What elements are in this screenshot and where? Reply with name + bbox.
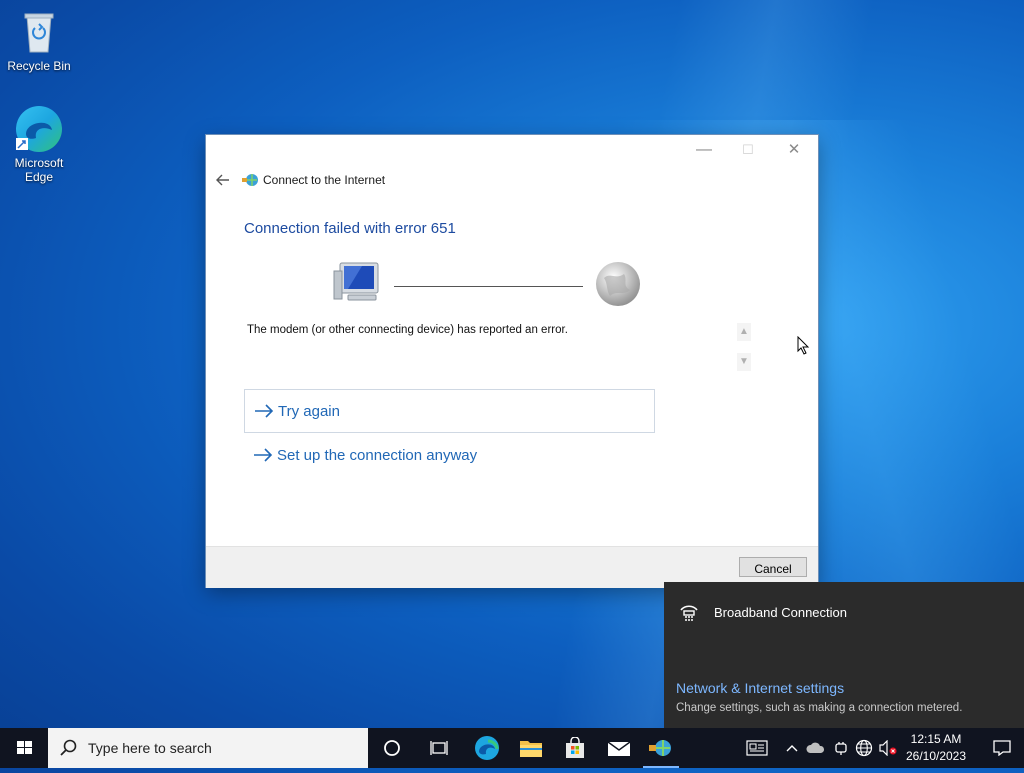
recycle-bin-icon <box>4 8 74 57</box>
error-message: The modem (or other connecting device) h… <box>247 324 568 336</box>
network-globe-icon <box>649 740 671 756</box>
task-view-icon <box>430 741 448 755</box>
onedrive-cloud-icon <box>806 742 825 753</box>
onedrive-button[interactable] <box>805 728 827 768</box>
windows-logo-icon <box>17 741 32 754</box>
arrow-right-icon <box>254 448 273 462</box>
network-tray-button[interactable] <box>853 728 875 768</box>
volume-muted-icon <box>879 740 897 756</box>
scroll-up-button[interactable]: ▲ <box>737 323 751 341</box>
arrow-right-icon <box>255 404 274 418</box>
task-view-button[interactable] <box>418 728 462 768</box>
file-explorer-button[interactable] <box>509 728 553 768</box>
error-heading: Connection failed with error 651 <box>244 220 456 237</box>
title-bar[interactable]: — ☐ ✕ <box>206 135 818 165</box>
news-icon <box>746 740 768 756</box>
cancel-button[interactable]: Cancel <box>739 557 807 577</box>
back-arrow-icon <box>216 174 229 186</box>
search-placeholder: Type here to search <box>88 740 212 756</box>
store-button[interactable] <box>553 728 597 768</box>
setup-anyway-option[interactable]: Set up the connection anyway <box>244 434 477 476</box>
connection-line <box>394 286 583 287</box>
connect-dialog: — ☐ ✕ Connect to the Internet Connection… <box>206 135 818 588</box>
desktop-icon-recycle-bin[interactable]: Recycle Bin <box>4 8 74 73</box>
scroll-down-button[interactable]: ▼ <box>737 353 751 371</box>
search-icon <box>60 739 77 756</box>
dialup-connection-icon <box>678 602 698 622</box>
option-label: Try again <box>278 402 340 420</box>
show-hidden-icons-button[interactable] <box>782 728 802 768</box>
desktop-icon-edge[interactable]: Microsoft Edge <box>4 104 74 184</box>
globe-icon <box>855 739 873 757</box>
internet-globe-icon <box>594 260 642 313</box>
taskbar-clock[interactable]: 12:15 AM 26/10/2023 <box>900 731 972 765</box>
chevron-up-icon <box>786 745 798 752</box>
desktop-icon-label: Microsoft Edge <box>14 156 64 184</box>
news-widget-button[interactable] <box>742 728 772 768</box>
clock-time: 12:15 AM <box>910 732 962 746</box>
connection-item-broadband[interactable]: Broadband Connection <box>714 605 847 620</box>
store-bag-icon <box>566 737 584 758</box>
action-center-button[interactable] <box>980 728 1024 768</box>
device-icon <box>835 742 847 755</box>
mouse-cursor-icon <box>797 336 810 355</box>
network-settings-link[interactable]: Network & Internet settings <box>676 680 844 696</box>
edge-icon <box>475 736 499 760</box>
computer-icon <box>332 261 382 308</box>
taskbar-edge-button[interactable] <box>465 728 509 768</box>
connect-internet-taskbar-button[interactable] <box>639 728 683 768</box>
taskbar: Type here to search 12:15 AM 26/10/2023 <box>0 728 1024 768</box>
close-button[interactable]: ✕ <box>774 139 814 161</box>
cortana-circle-icon <box>384 740 400 756</box>
folder-icon <box>520 741 542 757</box>
back-button[interactable] <box>214 171 232 189</box>
taskbar-search-box[interactable]: Type here to search <box>48 728 368 768</box>
network-flyout: Broadband Connection Network & Internet … <box>664 582 1024 728</box>
notification-icon <box>993 740 1011 756</box>
option-label: Set up the connection anyway <box>277 446 478 464</box>
cortana-button[interactable] <box>370 728 414 768</box>
network-globe-icon <box>241 172 259 188</box>
minimize-button[interactable]: — <box>684 139 724 161</box>
try-again-option[interactable]: Try again <box>244 389 655 433</box>
app-title: Connect to the Internet <box>263 173 386 187</box>
start-button[interactable] <box>0 728 48 768</box>
volume-button[interactable] <box>877 728 899 768</box>
maximize-button: ☐ <box>742 142 754 157</box>
device-tray-button[interactable] <box>830 728 852 768</box>
mail-button[interactable] <box>597 728 641 768</box>
clock-date: 26/10/2023 <box>905 749 967 763</box>
network-settings-description: Change settings, such as making a connec… <box>676 702 963 714</box>
edge-icon <box>14 104 64 154</box>
mail-icon <box>607 741 631 756</box>
desktop-icon-label: Recycle Bin <box>7 59 71 73</box>
